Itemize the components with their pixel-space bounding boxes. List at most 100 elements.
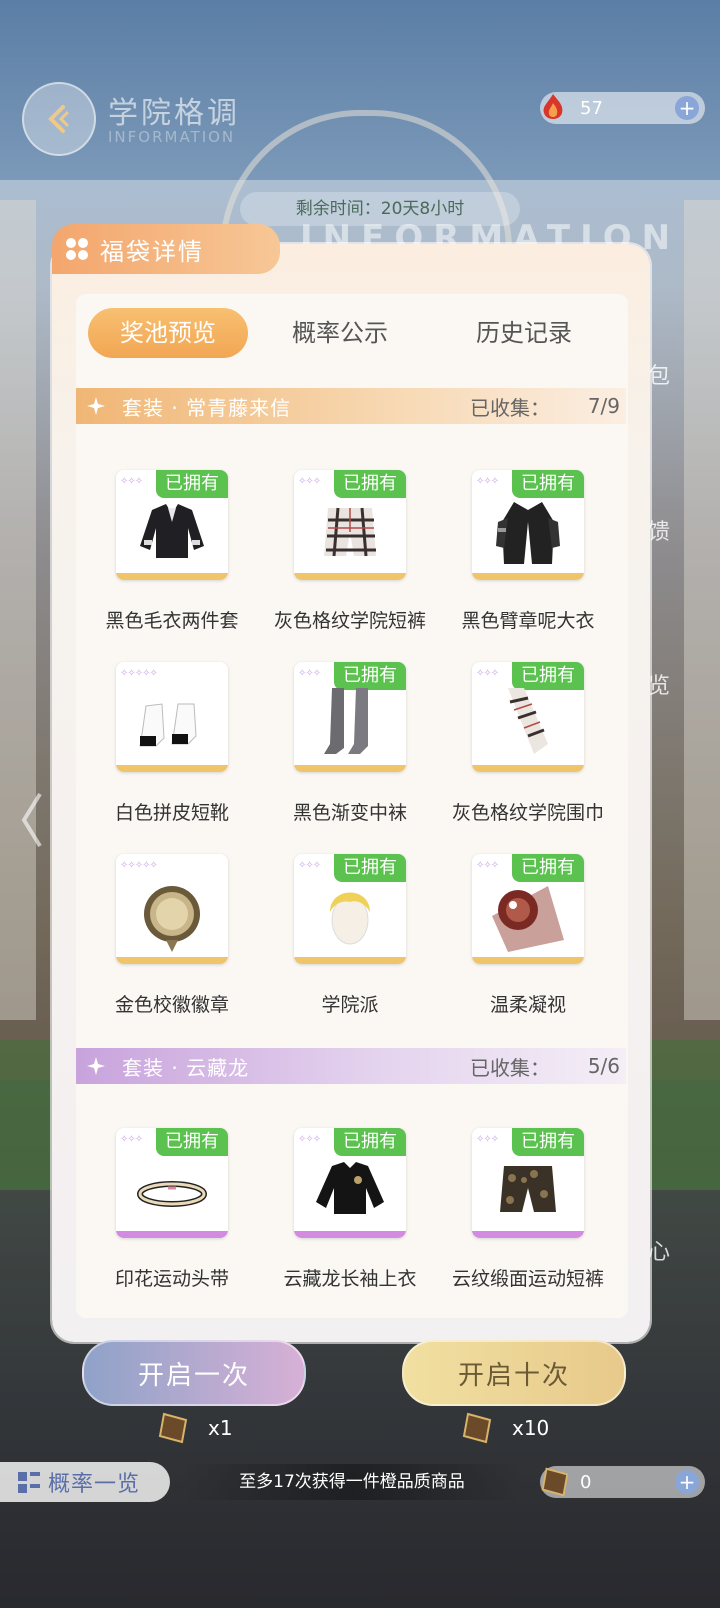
item-card[interactable]: ✧✧✧ 已拥有 灰色格纹学院围巾 [430, 662, 610, 832]
rarity-strip [294, 573, 406, 580]
item-name: 黑色毛衣两件套 [105, 610, 239, 632]
tab-probability[interactable]: 概率公示 [248, 308, 432, 358]
headband-image [137, 1181, 207, 1207]
item-card[interactable]: ✧✧✧ 已拥有 学院派 [252, 854, 432, 1024]
pity-note: 至多17次获得一件橙品质商品 [182, 1464, 522, 1500]
rarity-stars: ✧✧✧ [298, 860, 321, 871]
rarity-strip [116, 957, 228, 964]
rarity-stars: ✧✧✧ [120, 1134, 143, 1145]
collected-count: 7/9 [587, 394, 620, 418]
tab-history[interactable]: 历史记录 [432, 308, 616, 358]
item-name: 学院派 [321, 994, 379, 1016]
item-name: 黑色臂章呢大衣 [461, 610, 595, 632]
side-tab-overview[interactable]: 览 [648, 668, 670, 700]
once-cost-value: x1 [208, 1416, 233, 1440]
side-tab-center[interactable]: 心 [648, 1234, 670, 1266]
currency-display: 57 + [540, 92, 705, 124]
plaid-shorts-image [324, 507, 376, 557]
rarity-stars: ✧✧✧ [298, 668, 321, 679]
rarity-stars: ✧✧✧ [120, 476, 143, 487]
sparkle-icon [87, 397, 105, 415]
coat-image [496, 502, 560, 564]
item-frame: ✧✧✧ 已拥有 [472, 470, 584, 580]
section-title: 套装 · 云藏龙 [122, 1055, 250, 1080]
side-tab-feedback[interactable]: 馈 [648, 514, 670, 546]
ticket-icon [541, 1467, 569, 1497]
item-frame: ✧✧✧ 已拥有 [294, 470, 406, 580]
item-frame: ✧✧✧ 已拥有 [116, 470, 228, 580]
ticket-icon [158, 1412, 188, 1444]
item-card[interactable]: ✧✧✧✧✧ 白色拼皮短靴 [74, 662, 254, 832]
item-card[interactable]: ✧✧✧ 已拥有 温柔凝视 [430, 854, 610, 1024]
plaid-scarf-image [508, 688, 548, 754]
item-card[interactable]: ✧✧✧ 已拥有 云藏龙长袖上衣 [252, 1128, 432, 1298]
item-frame: ✧✧✧ 已拥有 [472, 662, 584, 772]
rarity-strip [294, 765, 406, 772]
grid-icon [66, 238, 88, 260]
item-frame: ✧✧✧✧✧ [116, 854, 228, 964]
item-frame: ✧✧✧ 已拥有 [294, 1128, 406, 1238]
item-frame: ✧✧✧ 已拥有 [116, 1128, 228, 1238]
item-name: 灰色格纹学院围巾 [451, 802, 604, 824]
eye-makeup-image [492, 886, 564, 952]
item-card[interactable]: ✧✧✧ 已拥有 印花运动头带 [74, 1128, 254, 1298]
item-card[interactable]: ✧✧✧ 已拥有 黑色毛衣两件套 [74, 470, 254, 640]
hairstyle-image [330, 892, 370, 945]
add-currency-button[interactable]: + [675, 96, 699, 120]
once-cost: x1 [156, 1410, 233, 1446]
collected-count: 5/6 [587, 1054, 620, 1078]
list-icon [18, 1472, 40, 1493]
sparkle-icon [87, 1057, 105, 1075]
modal-title-tag: 福袋详情 [52, 224, 280, 274]
collected-label: 已收集： [470, 395, 550, 420]
item-card[interactable]: ✧✧✧ 已拥有 黑色渐变中袜 [252, 662, 432, 832]
add-ticket-button[interactable]: + [675, 1470, 699, 1494]
back-button[interactable] [22, 82, 96, 156]
probability-list-label: 概率一览 [48, 1472, 141, 1497]
item-name: 温柔凝视 [489, 994, 566, 1016]
ten-cost-value: x10 [512, 1416, 550, 1440]
rarity-strip [472, 573, 584, 580]
page-subtitle: INFORMATION [108, 128, 236, 146]
item-frame: ✧✧✧ 已拥有 [472, 854, 584, 964]
section-header-ivy: 套装 · 常青藤来信 已收集： 7/9 [76, 388, 626, 424]
section-title: 套装 · 常青藤来信 [122, 395, 292, 420]
flame-gem-icon [543, 94, 563, 119]
side-tab-bag[interactable]: 包 [648, 358, 670, 390]
rarity-strip [472, 957, 584, 964]
gold-badge-image [144, 886, 200, 952]
item-card[interactable]: ✧✧✧ 已拥有 云纹缎面运动短裤 [430, 1128, 610, 1298]
rarity-strip [116, 1231, 228, 1238]
item-frame: ✧✧✧ 已拥有 [294, 854, 406, 964]
item-card[interactable]: ✧✧✧✧✧ 金色校徽徽章 [74, 854, 254, 1024]
open-ten-button[interactable]: 开启十次 [402, 1340, 626, 1406]
chevron-left-icon[interactable] [20, 790, 44, 850]
boots-image [139, 703, 197, 747]
probability-list-button[interactable]: 概率一览 [0, 1462, 170, 1502]
item-card[interactable]: ✧✧✧ 已拥有 灰色格纹学院短裤 [252, 470, 432, 640]
rarity-strip [116, 765, 228, 772]
section-header-cloud-dragon: 套装 · 云藏龙 已收集： 5/6 [76, 1048, 626, 1084]
item-name: 云纹缎面运动短裤 [451, 1268, 604, 1290]
rarity-stars: ✧✧✧✧✧ [120, 668, 158, 679]
item-frame: ✧✧✧ 已拥有 [294, 662, 406, 772]
rarity-strip [294, 1231, 406, 1238]
item-name: 印花运动头带 [114, 1268, 229, 1290]
sweater-set-image [140, 504, 204, 558]
item-name: 黑色渐变中袜 [292, 802, 407, 824]
open-once-button[interactable]: 开启一次 [82, 1340, 306, 1406]
rarity-strip [472, 1231, 584, 1238]
satin-shorts-image [500, 1166, 556, 1212]
item-name: 金色校徽徽章 [114, 994, 229, 1016]
rarity-stars: ✧✧✧ [298, 1134, 321, 1145]
ticket-balance-value: 0 [580, 1471, 592, 1493]
rarity-strip [472, 765, 584, 772]
tab-pool-preview[interactable]: 奖池预览 [88, 308, 248, 358]
back-arrow-icon [48, 105, 69, 133]
item-name: 云藏龙长袖上衣 [283, 1268, 417, 1290]
item-frame: ✧✧✧ 已拥有 [472, 1128, 584, 1238]
item-name: 灰色格纹学院短裤 [273, 610, 426, 632]
item-card[interactable]: ✧✧✧ 已拥有 黑色臂章呢大衣 [430, 470, 610, 640]
rarity-stars: ✧✧✧ [476, 476, 499, 487]
page-title: 学院格调 [108, 96, 240, 131]
